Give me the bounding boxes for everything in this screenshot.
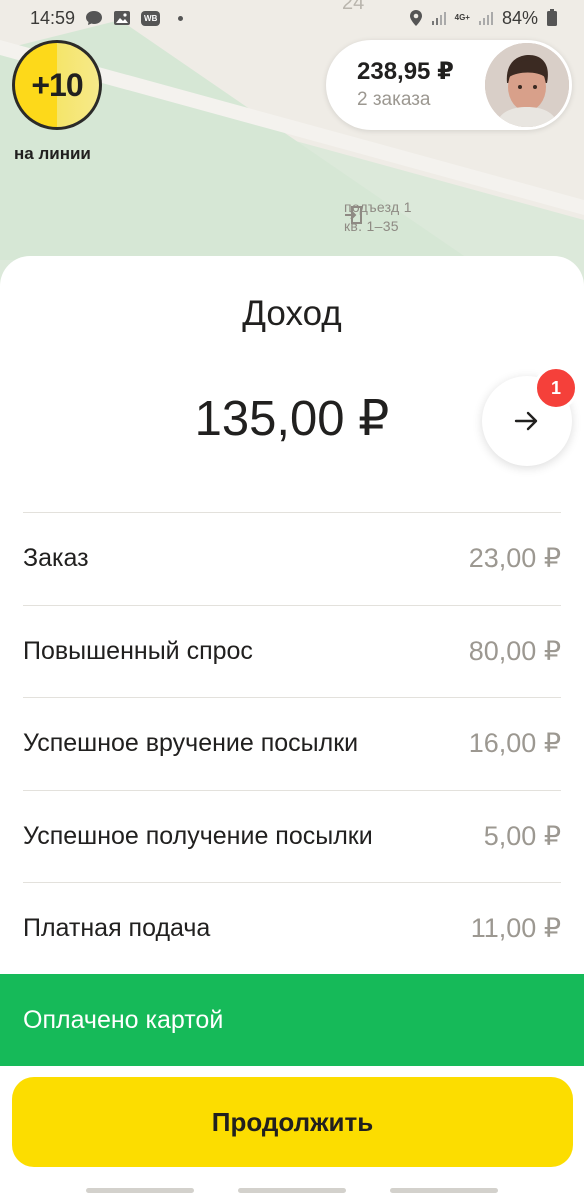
list-item: Повышенный спрос 80,00 ₽	[23, 604, 561, 698]
sheet-title: Доход	[242, 294, 342, 333]
clock: 14:59	[30, 7, 76, 28]
signal-icon-2	[478, 12, 493, 25]
activity-rating-value: +10	[15, 43, 99, 127]
list-item: Платная подача 11,00 ₽	[23, 882, 561, 975]
row-value: 23,00 ₽	[468, 543, 561, 574]
avatar-photo-icon	[485, 43, 569, 127]
row-label: Успешное вручение посылки	[23, 729, 359, 758]
battery-icon	[547, 9, 557, 26]
notification-dot-icon	[178, 15, 184, 21]
list-item: Заказ 23,00 ₽	[23, 512, 561, 605]
list-item: Успешное вручение посылки 16,00 ₽	[23, 697, 561, 790]
online-status-label: на линии	[14, 144, 91, 163]
notification-badge: 1	[534, 366, 578, 410]
row-value: 5,00 ₽	[483, 820, 561, 851]
income-breakdown: Заказ 23,00 ₽ Повышенный спрос 80,00 ₽ У…	[23, 512, 561, 975]
wb-app-icon: WB	[141, 10, 161, 26]
nav-back-handle[interactable]	[86, 1188, 194, 1193]
nav-recents-handle[interactable]	[390, 1188, 498, 1193]
row-label: Заказ	[23, 544, 89, 573]
network-type: 4G+	[454, 13, 470, 22]
arrow-right-icon	[514, 411, 538, 431]
gallery-icon	[114, 11, 131, 25]
orders-count: 2 заказа	[357, 89, 431, 110]
entrance-marker: подъезд 1 кв. 1–35	[344, 198, 412, 236]
continue-button[interactable]: Продолжить	[12, 1077, 573, 1167]
list-item: Успешное получение посылки 5,00 ₽	[23, 789, 561, 883]
status-bar: 14:59 WB 4G+ 84%	[0, 0, 584, 36]
system-nav-bar	[0, 1178, 584, 1200]
entrance-icon	[345, 206, 362, 224]
message-icon	[86, 11, 103, 25]
row-value: 16,00 ₽	[468, 728, 561, 759]
balance-pill[interactable]: 238,95 ₽ 2 заказа	[326, 40, 572, 130]
row-value: 80,00 ₽	[468, 635, 561, 666]
activity-rating-button[interactable]: +10	[12, 40, 102, 130]
location-icon	[409, 10, 422, 26]
payment-status-banner: Оплачено картой	[0, 974, 584, 1066]
signal-icon	[431, 12, 446, 25]
row-label: Платная подача	[23, 914, 211, 943]
battery-percent: 84%	[501, 7, 538, 28]
row-label: Успешное получение посылки	[23, 821, 373, 850]
avatar[interactable]	[485, 43, 569, 127]
row-value: 11,00 ₽	[470, 913, 561, 944]
row-label: Повышенный спрос	[23, 636, 253, 665]
nav-home-handle[interactable]	[238, 1188, 346, 1193]
balance-amount: 238,95 ₽	[357, 58, 454, 85]
